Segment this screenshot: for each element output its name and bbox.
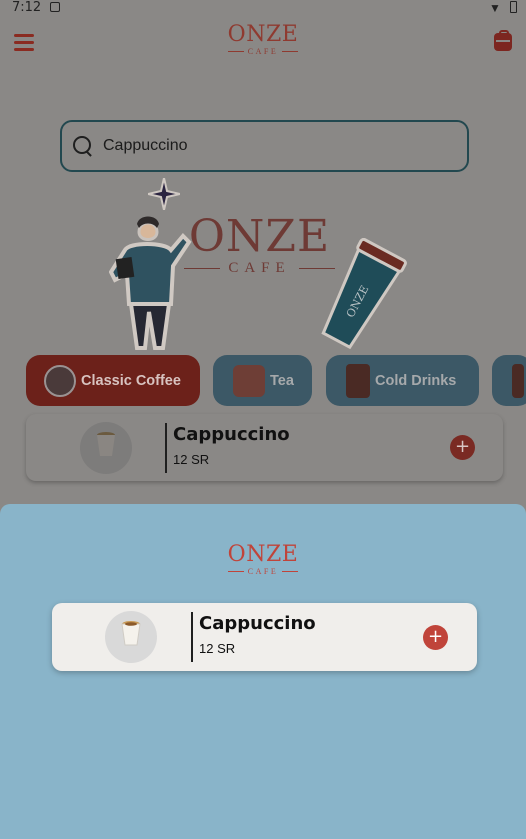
product-name: Cappuccino	[173, 424, 290, 445]
classic-coffee-icon	[44, 364, 76, 397]
sheet-product-card[interactable]: Cappuccino 12 SR +	[52, 603, 477, 671]
cappuccino-cup-icon	[97, 432, 115, 456]
sheet-logo-word: ONZE	[227, 542, 299, 567]
bottom-sheet: ONZE CAFE Cappuccino 12 SR +	[0, 504, 526, 839]
category-label: Classic Coffee	[81, 372, 181, 389]
add-to-cart-button[interactable]: +	[450, 435, 475, 460]
logo-word: ONZE	[227, 22, 299, 47]
app-logo: ONZE CAFE	[213, 24, 313, 64]
sheet-logo-sub: CAFE	[213, 567, 313, 576]
category-cold-drinks[interactable]: Cold Drinks	[326, 355, 479, 406]
status-time: 7:12	[12, 0, 42, 15]
status-bar: 7:12 ▼	[0, 0, 526, 16]
product-card[interactable]: Cappuccino 12 SR +	[26, 414, 503, 481]
hero-banner: ONZE CAFE ONZE	[105, 178, 425, 358]
more-category-icon	[512, 363, 524, 398]
menu-icon[interactable]	[14, 34, 34, 51]
wifi-icon: ▼	[489, 1, 501, 15]
battery-icon	[510, 1, 517, 13]
notification-icon	[50, 2, 60, 12]
search-input[interactable]: Cappuccino	[60, 120, 469, 172]
product-name: Cappuccino	[199, 613, 316, 634]
product-price: 12 SR	[199, 641, 236, 656]
search-icon	[72, 135, 94, 157]
sparkle-icon	[148, 178, 180, 210]
cart-icon[interactable]	[494, 30, 512, 51]
cappuccino-cup-icon	[121, 621, 141, 646]
logo-sub: CAFE	[213, 47, 313, 56]
card-divider	[165, 423, 167, 473]
sheet-logo: ONZE CAFE	[213, 544, 313, 584]
product-thumb	[80, 422, 132, 474]
cold-drinks-icon	[346, 363, 370, 398]
search-value: Cappuccino	[103, 137, 188, 154]
coffee-cup-icon: ONZE	[321, 238, 407, 350]
product-thumb	[105, 611, 157, 663]
category-tea[interactable]: Tea	[213, 355, 312, 406]
card-divider	[191, 612, 193, 662]
product-price: 12 SR	[173, 452, 210, 467]
category-more[interactable]	[492, 355, 526, 406]
category-classic-coffee[interactable]: Classic Coffee	[26, 355, 200, 406]
tea-icon	[233, 364, 265, 397]
add-to-cart-button[interactable]: +	[423, 625, 448, 650]
category-label: Cold Drinks	[375, 372, 457, 389]
category-label: Tea	[270, 372, 294, 389]
